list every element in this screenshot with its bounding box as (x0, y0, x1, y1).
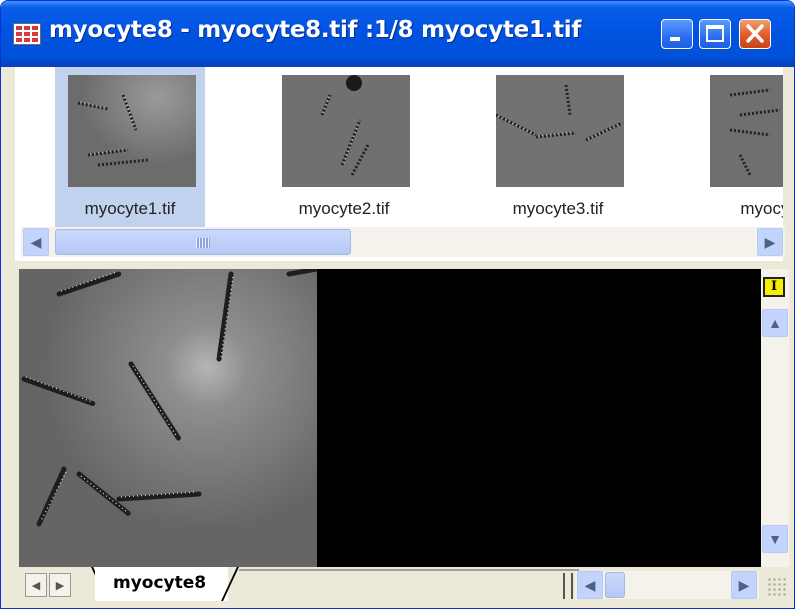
thumbnail-image (68, 75, 196, 187)
scroll-left-arrow-icon[interactable]: ◀ (577, 571, 603, 599)
sheet-tab-bar: ◀ ▶ myocyte8 ◀ ▶ (19, 567, 789, 605)
thumbnail-image (282, 75, 410, 187)
thumbnail-item[interactable]: myocyte1.tif (55, 67, 205, 227)
sheet-tab-myocyte8[interactable]: myocyte8 (95, 567, 229, 601)
thumbnail-scrollbar[interactable]: ◀ ▶ (21, 227, 785, 257)
minimize-icon (670, 37, 680, 41)
thumbnail-item[interactable]: myocyte (697, 67, 783, 227)
thumbnail-label: myocyte1.tif (84, 199, 176, 218)
maximize-icon (706, 25, 724, 42)
thumbnail-image (710, 75, 783, 187)
sheet-horizontal-scrollbar[interactable]: ◀ ▶ (575, 571, 759, 599)
close-button[interactable] (739, 19, 771, 49)
window-title: myocyte8 - myocyte8.tif :1/8 myocyte1.ti… (49, 17, 582, 43)
text-tool-button[interactable]: I (763, 277, 785, 297)
scroll-track[interactable] (763, 345, 787, 541)
app-grid-icon (13, 23, 41, 45)
scroll-down-arrow-icon[interactable]: ▼ (762, 525, 788, 553)
thumbnail-label: myocyte3.tif (512, 199, 604, 218)
title-bar[interactable]: myocyte8 - myocyte8.tif :1/8 myocyte1.ti… (1, 1, 794, 67)
grip-icon (196, 238, 210, 248)
thumbnail-item[interactable]: myocyte2.tif (269, 67, 419, 227)
resize-grip-icon[interactable] (767, 577, 787, 597)
myocyte-image (19, 269, 317, 567)
thumbnail-label: myocyte2.tif (298, 199, 390, 218)
splitter-handle[interactable] (563, 573, 573, 599)
thumbnail-image (496, 75, 624, 187)
maximize-button[interactable] (699, 19, 731, 49)
scroll-right-arrow-icon[interactable]: ▶ (731, 571, 757, 599)
image-window: myocyte8 - myocyte8.tif :1/8 myocyte1.ti… (0, 0, 795, 609)
close-icon (746, 24, 764, 43)
image-viewport[interactable] (19, 269, 761, 567)
thumbnail-item[interactable]: myocyte3.tif (483, 67, 633, 227)
sheet-prev-button[interactable]: ◀ (25, 573, 47, 597)
scroll-left-arrow-icon[interactable]: ◀ (23, 228, 49, 256)
minimize-button[interactable] (661, 19, 693, 49)
tab-strip-divider (239, 569, 579, 571)
sheet-next-button[interactable]: ▶ (49, 573, 71, 597)
scroll-right-arrow-icon[interactable]: ▶ (757, 228, 783, 256)
scroll-up-arrow-icon[interactable]: ▲ (762, 309, 788, 337)
thumbnail-label: myocyte (740, 199, 783, 218)
vertical-scrollbar[interactable]: I ▲ ▼ (761, 269, 789, 567)
scrollbar-thumb[interactable] (605, 572, 625, 598)
scrollbar-thumb[interactable] (55, 229, 351, 255)
